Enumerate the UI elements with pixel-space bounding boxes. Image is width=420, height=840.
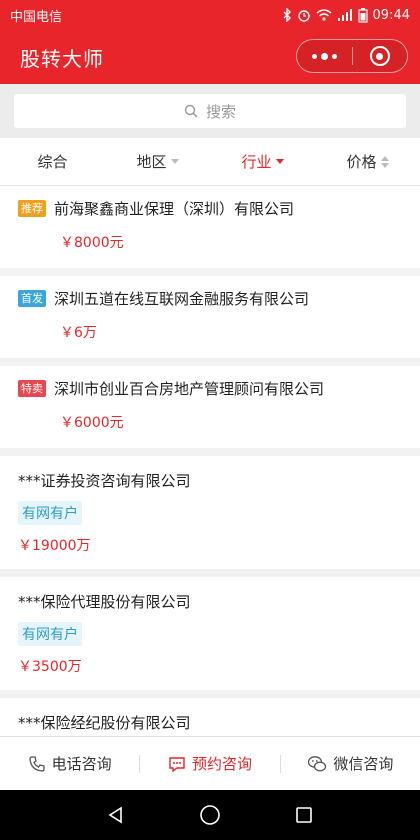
- more-button[interactable]: [297, 40, 352, 72]
- company-list: 推荐 前海聚鑫商业保理（深圳）有限公司 ￥8000元 首发 深圳五道在线互联网金…: [0, 186, 420, 736]
- filter-label: 地区: [136, 153, 167, 171]
- wifi-icon: [316, 9, 332, 21]
- filter-label: 综合: [37, 153, 68, 171]
- back-icon[interactable]: [106, 805, 126, 825]
- company-name: 前海聚鑫商业保理（深圳）有限公司: [54, 199, 295, 218]
- filter-composite[interactable]: 综合: [0, 138, 105, 185]
- list-item[interactable]: 特卖 深圳市创业百合房地产管理顾问有限公司 ￥6000元: [0, 366, 420, 448]
- battery-icon: [357, 7, 368, 23]
- search-icon: [184, 104, 198, 118]
- phone-icon: [29, 755, 45, 772]
- company-name: ***保险代理股份有限公司: [18, 593, 191, 611]
- clock-label: 09:44: [372, 7, 410, 23]
- special-sale-tag: 特卖: [18, 379, 46, 397]
- price: ￥3500万: [18, 659, 82, 675]
- first-release-tag: 首发: [18, 289, 46, 307]
- company-name: 深圳市创业百合房地产管理顾问有限公司: [54, 379, 325, 398]
- bottom-label: 电话咨询: [51, 755, 112, 773]
- filter-region[interactable]: 地区: [105, 138, 210, 185]
- search-area: 搜索: [0, 84, 420, 138]
- status-bar: 中国电信 09:44: [0, 0, 420, 30]
- caret-down-icon: [275, 159, 284, 164]
- signal-icon: [337, 9, 352, 21]
- filter-industry[interactable]: 行业: [210, 138, 315, 185]
- close-target-icon: [369, 46, 390, 66]
- list-item[interactable]: ***保险代理股份有限公司 有网有户 ￥3500万: [0, 577, 420, 690]
- status-badge: 有网有户: [18, 622, 82, 646]
- system-nav-bar: [0, 790, 420, 840]
- bottom-action-bar: 电话咨询 预约咨询 微信咨询: [0, 736, 420, 790]
- filter-label: 价格: [346, 153, 377, 171]
- appointment-consult-button[interactable]: 预约咨询: [140, 753, 279, 774]
- bottom-label: 预约咨询: [191, 755, 252, 773]
- filter-bar: 综合 地区 行业 价格: [0, 138, 420, 186]
- price: ￥6000元: [60, 415, 124, 431]
- wechat-consult-button[interactable]: 微信咨询: [281, 753, 420, 774]
- close-button[interactable]: [353, 40, 407, 72]
- alarm-icon: [297, 10, 310, 22]
- mini-program-capsule: [296, 39, 408, 73]
- caret-down-icon: [170, 159, 179, 164]
- phone-consult-button[interactable]: 电话咨询: [0, 753, 139, 774]
- status-badge: 有网有户: [18, 501, 82, 525]
- more-dot-icon: [312, 53, 317, 59]
- search-input[interactable]: 搜索: [14, 94, 406, 128]
- filter-label: 行业: [241, 153, 272, 171]
- price: ￥8000元: [60, 235, 124, 251]
- status-icons: 09:44: [282, 7, 410, 23]
- company-name: ***保险经纪股份有限公司: [18, 714, 191, 732]
- filter-price[interactable]: 价格: [315, 138, 420, 185]
- company-name: 深圳五道在线互联网金融服务有限公司: [54, 289, 310, 308]
- app-header: 股转大师: [0, 30, 420, 84]
- list-item[interactable]: 首发 深圳五道在线互联网金融服务有限公司 ￥6万: [0, 276, 420, 358]
- list-item[interactable]: ***证券投资咨询有限公司 有网有户 ￥19000万: [0, 456, 420, 569]
- bluetooth-icon: [283, 8, 291, 22]
- search-placeholder: 搜索: [205, 102, 236, 121]
- recommend-tag: 推荐: [18, 199, 46, 217]
- price: ￥19000万: [18, 538, 91, 554]
- wechat-icon: [308, 755, 327, 771]
- company-name: ***证券投资咨询有限公司: [18, 472, 191, 490]
- list-item[interactable]: 推荐 前海聚鑫商业保理（深圳）有限公司 ￥8000元: [0, 186, 420, 268]
- chat-bubble-icon: [169, 756, 185, 772]
- list-item[interactable]: ***保险经纪股份有限公司: [0, 698, 420, 736]
- home-icon[interactable]: [199, 804, 221, 826]
- carrier-label: 中国电信: [10, 9, 63, 25]
- sort-icon: [380, 155, 389, 168]
- page-title: 股转大师: [20, 46, 104, 71]
- price: ￥6万: [60, 325, 97, 341]
- bottom-label: 微信咨询: [333, 755, 394, 773]
- more-dot-icon: [332, 53, 337, 59]
- recent-apps-icon[interactable]: [294, 805, 314, 825]
- more-dot-icon: [321, 52, 328, 60]
